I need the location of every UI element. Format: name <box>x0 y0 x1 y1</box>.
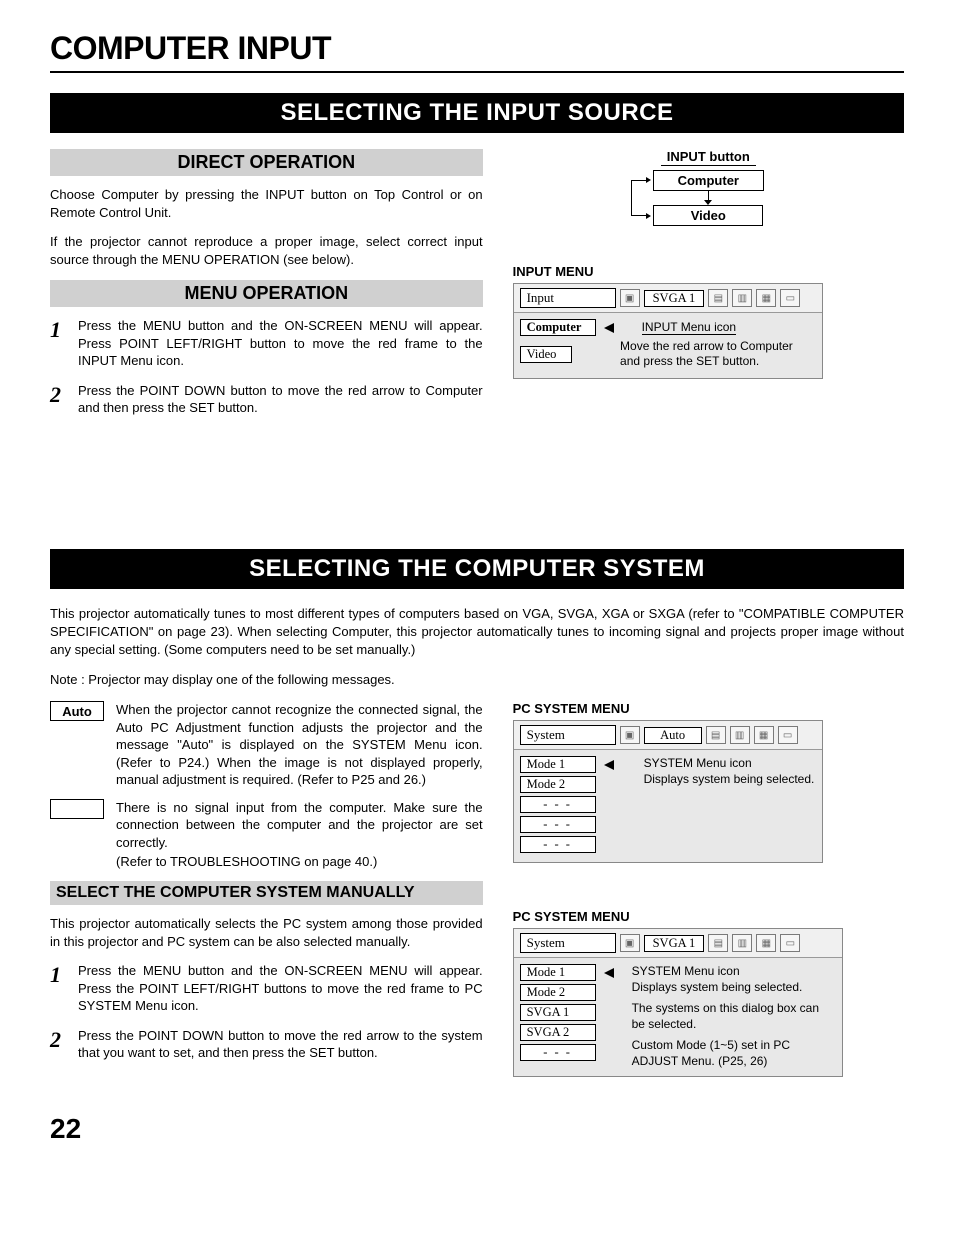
pc-system-menu-panel-2: System ▣ SVGA 1 ▤ ▥ ▦ ▭ Mode 1 Mode 2 SV… <box>513 928 843 1077</box>
menu-icon: ▦ <box>756 289 776 307</box>
callout-move-arrow: Move the red arrow to Computer and press… <box>620 339 816 369</box>
step-number-2: 2 <box>50 382 78 417</box>
manual-step2: Press the POINT DOWN button to move the … <box>78 1027 483 1062</box>
menu-item-mode2: Mode 2 <box>520 984 596 1001</box>
callout-dialog-selectable: The systems on this dialog box can be se… <box>632 1001 836 1032</box>
menu-item-mode1: Mode 1 <box>520 964 596 981</box>
menu-icon: ▭ <box>778 726 798 744</box>
diagram-title: INPUT button <box>661 149 756 166</box>
menu-icon: ▣ <box>620 726 640 744</box>
menu-item-svga2: SVGA 2 <box>520 1024 596 1041</box>
auto-label-box: Auto <box>50 701 104 721</box>
callout-input-menu-icon: INPUT Menu icon <box>642 320 736 335</box>
menu-icon: ▤ <box>706 726 726 744</box>
auto-text: When the projector cannot recognize the … <box>116 701 483 789</box>
menu-icon: ▣ <box>620 289 640 307</box>
blank-text1: There is no signal input from the comput… <box>116 799 483 852</box>
direct-op-p2: If the projector cannot reproduce a prop… <box>50 233 483 268</box>
step-number-2b: 2 <box>50 1027 78 1062</box>
menu-item-mode1: Mode 1 <box>520 756 596 773</box>
menu-icon: ▤ <box>708 934 728 952</box>
callout-displays-system-2: Displays system being selected. <box>632 980 836 996</box>
menu-item-dash: - - - <box>520 816 596 833</box>
menu-icon: ▣ <box>620 934 640 952</box>
menu-icon: ▤ <box>708 289 728 307</box>
red-arrow-icon <box>604 760 614 770</box>
diagram-video-box: Video <box>653 205 763 226</box>
direct-op-p1: Choose Computer by pressing the INPUT bu… <box>50 186 483 221</box>
pc-system-menu-label-1: PC SYSTEM MENU <box>513 701 904 716</box>
page-title: COMPUTER INPUT <box>50 30 904 73</box>
menu-op-step1: Press the MENU button and the ON-SCREEN … <box>78 317 483 370</box>
pc-menu1-title-cell: System <box>520 725 616 745</box>
input-menu-title-cell: Input <box>520 288 616 308</box>
blank-text2: (Refer to TROUBLESHOOTING on page 40.) <box>116 853 483 871</box>
input-menu-value-cell: SVGA 1 <box>644 290 705 307</box>
pc-menu2-value-cell: SVGA 1 <box>644 935 705 952</box>
input-button-diagram: INPUT button Computer Video <box>618 149 798 226</box>
subhead-direct-operation: DIRECT OPERATION <box>50 149 483 176</box>
subhead-select-manually: SELECT THE COMPUTER SYSTEM MANUALLY <box>50 881 483 905</box>
subhead-menu-operation: MENU OPERATION <box>50 280 483 307</box>
page-number: 22 <box>50 1113 904 1145</box>
menu-item-svga1: SVGA 1 <box>520 1004 596 1021</box>
menu-icon: ▭ <box>780 934 800 952</box>
callout-displays-system: Displays system being selected. <box>644 772 815 788</box>
menu-item-dash: - - - <box>520 796 596 813</box>
section-banner-input-source: SELECTING THE INPUT SOURCE <box>50 93 904 133</box>
callout-system-menu-icon: SYSTEM Menu icon <box>644 756 815 772</box>
pc-system-menu-label-2: PC SYSTEM MENU <box>513 909 904 924</box>
step-number-1b: 1 <box>50 962 78 1015</box>
blank-label-box: –––– <box>50 799 104 819</box>
callout-system-menu-icon-2: SYSTEM Menu icon <box>632 964 836 980</box>
menu-icon: ▦ <box>756 934 776 952</box>
pc-menu2-title-cell: System <box>520 933 616 953</box>
manual-p1: This projector automatically selects the… <box>50 915 483 950</box>
manual-step1: Press the MENU button and the ON-SCREEN … <box>78 962 483 1015</box>
menu-icon: ▥ <box>732 289 752 307</box>
menu-item-mode2: Mode 2 <box>520 776 596 793</box>
red-arrow-icon <box>604 968 614 978</box>
section2-note: Note : Projector may display one of the … <box>50 671 904 689</box>
menu-op-step2: Press the POINT DOWN button to move the … <box>78 382 483 417</box>
input-menu-label: INPUT MENU <box>513 264 904 279</box>
pc-system-menu-panel-1: System ▣ Auto ▤ ▥ ▦ ▭ Mode 1 Mode 2 - - … <box>513 720 823 863</box>
input-menu-panel: Input ▣ SVGA 1 ▤ ▥ ▦ ▭ Computer INPUT Me… <box>513 283 823 379</box>
menu-icon: ▦ <box>754 726 774 744</box>
menu-icon: ▥ <box>732 934 752 952</box>
step-number-1: 1 <box>50 317 78 370</box>
pc-menu1-value-cell: Auto <box>644 727 702 744</box>
menu-item-dash: - - - <box>520 836 596 853</box>
menu-item-dash: - - - <box>520 1044 596 1061</box>
menu-item-computer: Computer <box>520 319 596 336</box>
diagram-computer-box: Computer <box>653 170 764 191</box>
section2-intro: This projector automatically tunes to mo… <box>50 605 904 660</box>
red-arrow-icon <box>604 323 614 333</box>
menu-icon: ▭ <box>780 289 800 307</box>
callout-custom-mode: Custom Mode (1~5) set in PC ADJUST Menu.… <box>632 1038 836 1069</box>
menu-item-video: Video <box>520 346 572 363</box>
section-banner-computer-system: SELECTING THE COMPUTER SYSTEM <box>50 549 904 589</box>
menu-icon: ▥ <box>730 726 750 744</box>
